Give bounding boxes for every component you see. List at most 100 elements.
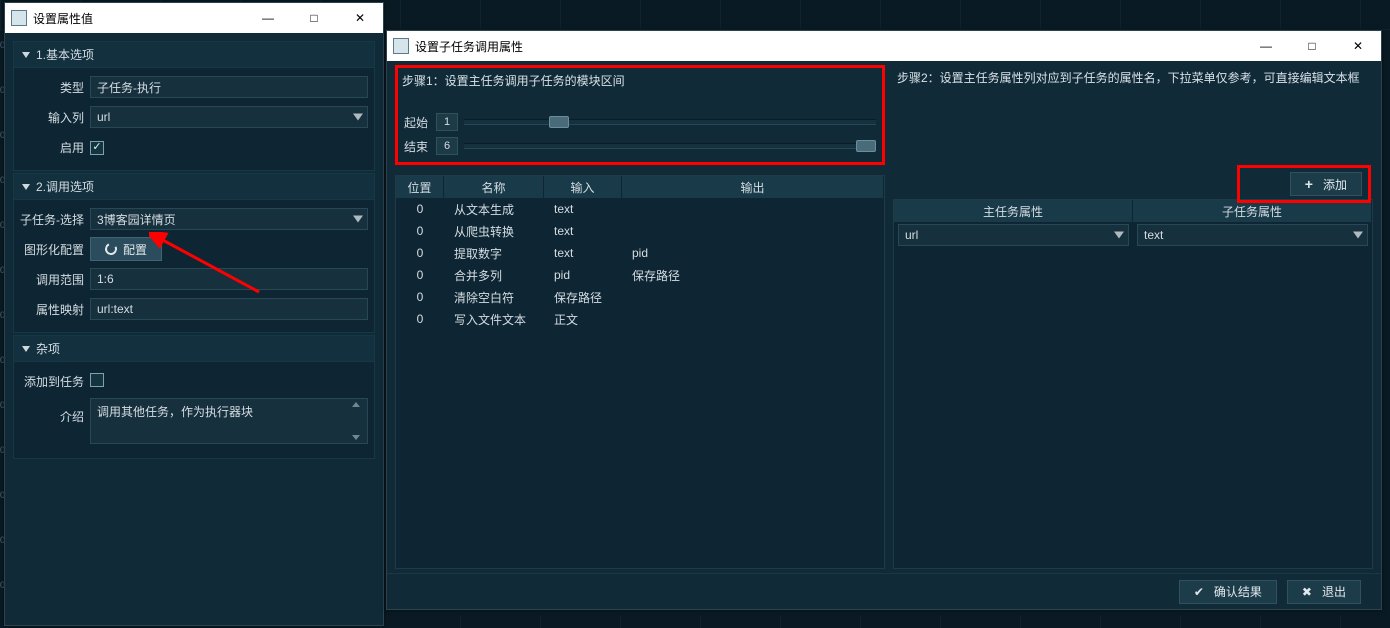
cell-in: 保存路径: [544, 289, 622, 306]
section-invoke-title: 2.调用选项: [36, 178, 94, 195]
cell-in: 正文: [544, 311, 622, 328]
type-field[interactable]: [90, 76, 368, 98]
mapping-row[interactable]: url text: [894, 222, 1372, 248]
chevron-down-icon: [353, 216, 363, 223]
confirm-button[interactable]: 确认结果: [1179, 580, 1277, 604]
cell-in: text: [544, 224, 622, 238]
step1-highlight-box: 步骤1：设置主任务调用子任务的模块区间 起始 1 结束 6: [395, 65, 885, 165]
exit-button[interactable]: 退出: [1287, 580, 1361, 604]
section-misc-body: 添加到任务 介绍 调用其他任务，作为执行器块: [13, 362, 375, 459]
grid-body[interactable]: 0从文本生成text0从爬虫转换text0提取数字textpid0合并多列pid…: [396, 198, 884, 568]
col-main-attr[interactable]: 主任务属性: [894, 200, 1133, 222]
confirm-button-label: 确认结果: [1214, 583, 1262, 600]
cell-in: text: [544, 202, 622, 216]
cell-name: 从爬虫转换: [444, 223, 544, 240]
dialog-title: 设置子任务调用属性: [415, 38, 523, 55]
step2-column: 步骤2：设置主任务属性列对应到子任务的属性名，下拉菜单仅参考，可直接编辑文本框 …: [893, 65, 1373, 569]
section-basic-title: 1.基本选项: [36, 46, 94, 63]
maximize-button[interactable]: □: [1289, 31, 1335, 61]
modules-grid: 位置 名称 输入 输出 0从文本生成text0从爬虫转换text0提取数字tex…: [395, 175, 885, 569]
exit-button-label: 退出: [1322, 583, 1346, 600]
table-row[interactable]: 0合并多列pid保存路径: [396, 264, 884, 286]
slider-thumb[interactable]: [549, 116, 569, 128]
chevron-down-icon: [22, 346, 30, 352]
slider-thumb[interactable]: [856, 140, 876, 152]
input-col-select[interactable]: url: [90, 106, 368, 128]
enable-label: 启用: [20, 139, 90, 156]
invoke-range-field[interactable]: [90, 268, 368, 290]
add-to-task-checkbox[interactable]: [90, 373, 104, 387]
titlebar[interactable]: 设置子任务调用属性 — □ ✕: [387, 31, 1381, 61]
gui-config-button[interactable]: 配置: [90, 237, 162, 261]
attr-map-label: 属性映射: [20, 301, 90, 318]
end-label: 结束: [404, 138, 436, 155]
section-basic-header[interactable]: 1.基本选项: [13, 41, 375, 68]
close-button[interactable]: ✕: [337, 3, 383, 33]
col-out[interactable]: 输出: [622, 176, 884, 198]
col-name[interactable]: 名称: [444, 176, 544, 198]
end-slider[interactable]: [464, 143, 876, 149]
maximize-icon: □: [1308, 39, 1315, 53]
cell-pos: 0: [396, 290, 444, 304]
cell-pos: 0: [396, 268, 444, 282]
grid-header: 位置 名称 输入 输出: [396, 176, 884, 198]
maximize-icon: □: [310, 11, 317, 25]
step2-label: 步骤2：设置主任务属性列对应到子任务的属性名，下拉菜单仅参考，可直接编辑文本框: [893, 65, 1373, 89]
col-pos[interactable]: 位置: [396, 176, 444, 198]
cell-pos: 0: [396, 246, 444, 260]
cell-pos: 0: [396, 224, 444, 238]
minimize-button[interactable]: —: [245, 3, 291, 33]
intro-value: 调用其他任务，作为执行器块: [97, 405, 253, 419]
table-row[interactable]: 0从爬虫转换text: [396, 220, 884, 242]
textarea-spinner[interactable]: [352, 402, 364, 440]
close-button[interactable]: ✕: [1335, 31, 1381, 61]
titlebar[interactable]: 设置属性值 — □ ✕: [5, 3, 383, 33]
step1-label: 步骤1：设置主任务调用子任务的模块区间: [398, 68, 882, 92]
section-misc-header[interactable]: 杂项: [13, 335, 375, 362]
start-slider[interactable]: [464, 119, 876, 125]
subtask-select[interactable]: 3博客园详情页: [90, 208, 368, 230]
cell-pos: 0: [396, 202, 444, 216]
table-row[interactable]: 0清除空白符保存路径: [396, 286, 884, 308]
mapping-body[interactable]: url text: [894, 222, 1372, 568]
sub-attr-select[interactable]: text: [1137, 224, 1368, 246]
mapping-table: 主任务属性 子任务属性 url text: [893, 199, 1373, 569]
table-row[interactable]: 0从文本生成text: [396, 198, 884, 220]
add-button-highlight-box: 添加: [1237, 165, 1371, 203]
maximize-button[interactable]: □: [291, 3, 337, 33]
cell-name: 合并多列: [444, 267, 544, 284]
col-in[interactable]: 输入: [544, 176, 622, 198]
table-row[interactable]: 0提取数字textpid: [396, 242, 884, 264]
start-value[interactable]: 1: [436, 113, 458, 131]
add-mapping-button[interactable]: 添加: [1290, 172, 1362, 196]
invoke-range-label: 调用范围: [20, 271, 90, 288]
intro-textarea[interactable]: 调用其他任务，作为执行器块: [90, 398, 368, 444]
input-col-value: url: [97, 110, 110, 124]
app-icon: [11, 10, 27, 26]
gui-config-button-label: 配置: [123, 241, 147, 258]
section-misc-title: 杂项: [36, 340, 60, 357]
main-attr-value: url: [905, 228, 918, 242]
end-value[interactable]: 6: [436, 137, 458, 155]
mapping-header: 主任务属性 子任务属性: [894, 200, 1372, 222]
attr-map-field[interactable]: [90, 298, 368, 320]
check-icon: [1194, 585, 1208, 599]
main-attr-select[interactable]: url: [898, 224, 1129, 246]
minimize-button[interactable]: —: [1243, 31, 1289, 61]
app-icon: [393, 38, 409, 54]
chevron-down-icon: [22, 52, 30, 58]
sub-attr-value: text: [1144, 228, 1163, 242]
subtask-select-value: 3博客园详情页: [97, 211, 176, 228]
check-icon: ✓: [92, 142, 101, 153]
minimize-icon: —: [1260, 39, 1272, 53]
cell-in: text: [544, 246, 622, 260]
close-icon: ✕: [355, 11, 365, 25]
enable-checkbox[interactable]: ✓: [90, 141, 104, 155]
cell-in: pid: [544, 268, 622, 282]
section-invoke-header[interactable]: 2.调用选项: [13, 173, 375, 200]
table-row[interactable]: 0写入文件文本正文: [396, 308, 884, 330]
input-col-label: 输入列: [20, 109, 90, 126]
col-sub-attr[interactable]: 子任务属性: [1133, 200, 1372, 222]
start-label: 起始: [404, 114, 436, 131]
chevron-down-icon: [22, 184, 30, 190]
